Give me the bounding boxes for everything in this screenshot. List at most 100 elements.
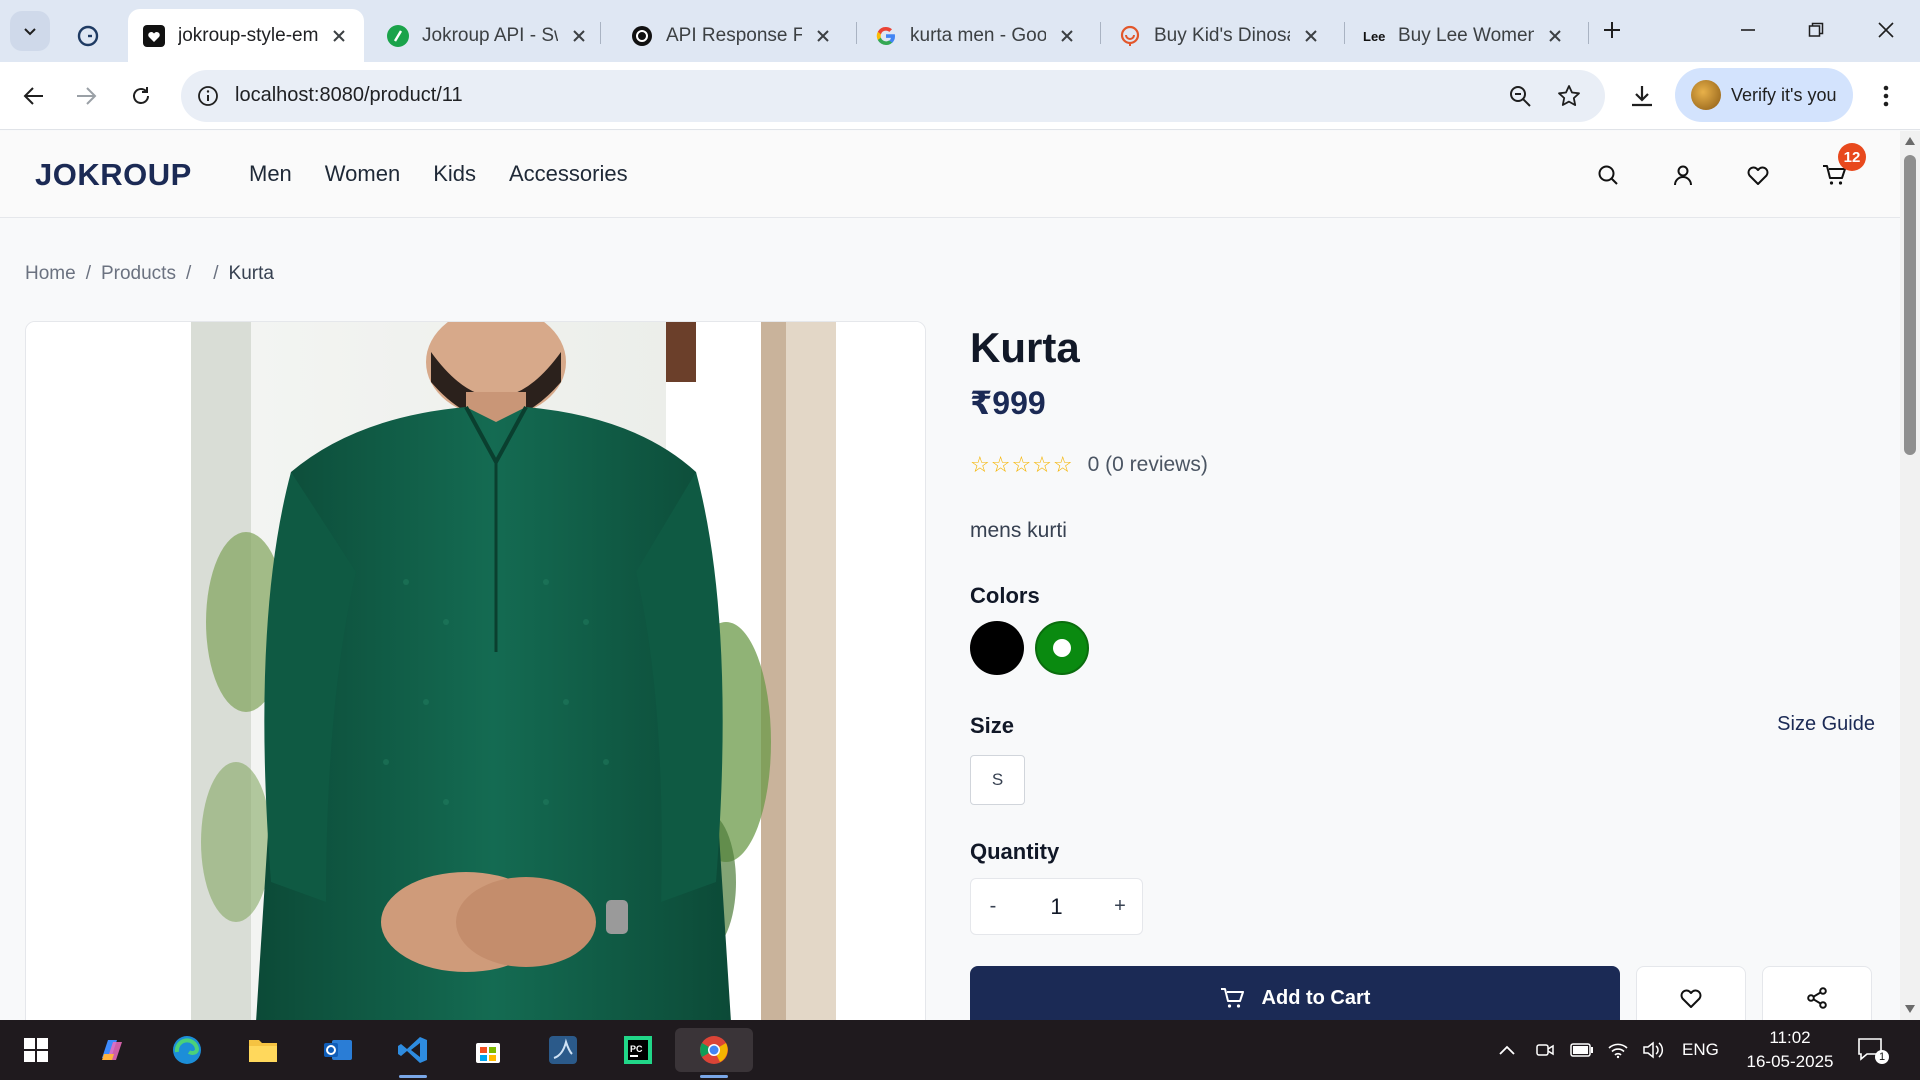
clock-date: 16-05-2025 — [1746, 1052, 1834, 1071]
quantity-increase-button[interactable]: + — [1098, 895, 1142, 918]
arrow-left-icon — [23, 87, 43, 105]
quantity-label: Quantity — [970, 839, 1060, 864]
heart-icon — [1680, 989, 1702, 1008]
copilot-icon[interactable] — [90, 1028, 134, 1072]
quantity-decrease-button[interactable]: - — [971, 895, 1015, 918]
tab-kids-dinosaur[interactable]: Buy Kid's Dinosa — [1104, 9, 1336, 62]
breadcrumb-products[interactable]: Products — [101, 263, 176, 285]
tab-title: Buy Lee Women — [1398, 24, 1534, 46]
color-swatch-black[interactable] — [970, 621, 1024, 675]
review-count[interactable]: 0 (0 reviews) — [1088, 453, 1208, 477]
tab-search-button[interactable] — [10, 11, 50, 51]
running-indicator — [700, 1075, 728, 1078]
chrome-icon[interactable] — [675, 1028, 753, 1078]
plus-icon — [1604, 22, 1620, 38]
product-description: mens kurti — [970, 519, 1067, 542]
tab-jokroup-api[interactable]: Jokroup API - Sw — [372, 9, 604, 62]
nav-women[interactable]: Women — [325, 161, 400, 187]
reload-icon — [133, 87, 149, 104]
minimize-icon — [1741, 29, 1755, 31]
tab-api-response[interactable]: API Response For — [616, 9, 848, 62]
site-info-icon[interactable] — [193, 81, 223, 111]
scrollbar-thumb[interactable] — [1904, 155, 1916, 455]
back-button[interactable] — [14, 76, 54, 116]
minimize-button[interactable] — [1728, 12, 1768, 48]
scroll-down-arrow-icon[interactable] — [1904, 1003, 1916, 1015]
nav-kids[interactable]: Kids — [433, 161, 476, 187]
verify-profile-button[interactable]: Verify it's you — [1675, 68, 1853, 122]
meet-now-icon[interactable] — [1535, 1020, 1555, 1080]
close-tab-icon[interactable] — [328, 25, 350, 47]
close-tab-icon[interactable] — [1056, 25, 1078, 47]
address-bar[interactable]: localhost:8080/product/11 — [181, 70, 1605, 122]
tab-lee-women[interactable]: Lee Buy Lee Women — [1348, 9, 1580, 62]
site-header: JOKROUP Men Women Kids Accessories 12 — [0, 131, 1900, 218]
mysql-workbench-icon[interactable] — [541, 1028, 585, 1072]
close-tab-icon[interactable] — [568, 25, 590, 47]
cart-count-badge: 12 — [1838, 143, 1866, 171]
add-to-wishlist-button[interactable] — [1636, 966, 1746, 1020]
language-indicator[interactable]: ENG — [1682, 1020, 1719, 1080]
downloads-button[interactable] — [1622, 76, 1662, 116]
nav-men[interactable]: Men — [249, 161, 292, 187]
browser-tab-bar: jokroup-style-em Jokroup API - Sw API Re… — [0, 0, 1920, 62]
product-title: Kurta — [970, 324, 1080, 371]
product-image[interactable] — [26, 322, 926, 1020]
pycharm-icon[interactable]: PC — [616, 1028, 660, 1072]
product-price: ₹999 — [970, 385, 1046, 421]
url-text: localhost:8080/product/11 — [235, 84, 463, 106]
size-guide-link[interactable]: Size Guide — [1777, 713, 1875, 736]
site-logo[interactable]: JOKROUP — [35, 157, 192, 193]
shop-icon — [1118, 24, 1142, 48]
breadcrumb-separator: / — [213, 263, 219, 284]
battery-icon[interactable] — [1570, 1020, 1594, 1080]
edge-icon[interactable] — [165, 1028, 209, 1072]
outlook-icon[interactable] — [316, 1028, 360, 1072]
reload-button[interactable] — [121, 76, 161, 116]
show-hidden-icons[interactable] — [1498, 1020, 1516, 1080]
chevron-up-icon — [1499, 1045, 1515, 1055]
vscode-icon[interactable] — [391, 1028, 435, 1078]
store-icon[interactable] — [466, 1028, 510, 1072]
file-explorer-icon[interactable] — [241, 1028, 285, 1072]
close-tab-icon[interactable] — [1300, 25, 1322, 47]
breadcrumb-current: Kurta — [228, 263, 274, 284]
more-vertical-icon — [1883, 85, 1889, 107]
new-tab-button[interactable] — [1592, 12, 1632, 48]
breadcrumb-home[interactable]: Home — [25, 263, 76, 285]
add-to-cart-button[interactable]: Add to Cart — [970, 966, 1620, 1020]
color-swatch-green[interactable] — [1035, 621, 1089, 675]
volume-icon[interactable] — [1642, 1020, 1664, 1080]
page-scrollbar[interactable] — [1900, 131, 1920, 1020]
browser-menu-button[interactable] — [1866, 76, 1906, 116]
selected-indicator — [1053, 639, 1071, 657]
close-tab-icon[interactable] — [1544, 25, 1566, 47]
zoom-icon[interactable] — [1505, 81, 1535, 111]
bookmark-star-icon[interactable] — [1554, 81, 1584, 111]
forward-button[interactable] — [66, 76, 106, 116]
start-icon[interactable] — [14, 1028, 58, 1072]
openai-icon — [630, 24, 654, 48]
windows-taskbar: PC ENG 11:02 16-05-2025 1 — [0, 1020, 1920, 1080]
tab-google-search[interactable]: kurta men - Goo — [860, 9, 1092, 62]
system-clock[interactable]: 11:02 16-05-2025 — [1730, 1026, 1850, 1074]
breadcrumb: Home / Products / / Kurta — [25, 263, 274, 285]
quantity-value[interactable]: 1 — [1015, 894, 1098, 920]
tab-jokroup-style[interactable]: jokroup-style-em — [128, 9, 364, 62]
close-window-button[interactable] — [1866, 12, 1906, 48]
wifi-icon[interactable] — [1607, 1020, 1629, 1080]
add-to-cart-label: Add to Cart — [1261, 986, 1371, 1009]
tab-separator — [1100, 22, 1101, 44]
close-tab-icon[interactable] — [812, 25, 834, 47]
nav-accessories[interactable]: Accessories — [509, 161, 628, 187]
size-option-s[interactable]: S — [970, 755, 1025, 805]
wishlist-heart-icon[interactable] — [1741, 158, 1775, 192]
scroll-up-arrow-icon[interactable] — [1904, 135, 1916, 147]
restore-button[interactable] — [1796, 12, 1836, 48]
share-button[interactable] — [1762, 966, 1872, 1020]
search-icon[interactable] — [1591, 158, 1625, 192]
tab-grammarly[interactable] — [62, 9, 120, 62]
notifications-button[interactable]: 1 — [1857, 1020, 1889, 1080]
user-icon[interactable] — [1666, 158, 1700, 192]
tab-title: API Response For — [666, 24, 802, 46]
